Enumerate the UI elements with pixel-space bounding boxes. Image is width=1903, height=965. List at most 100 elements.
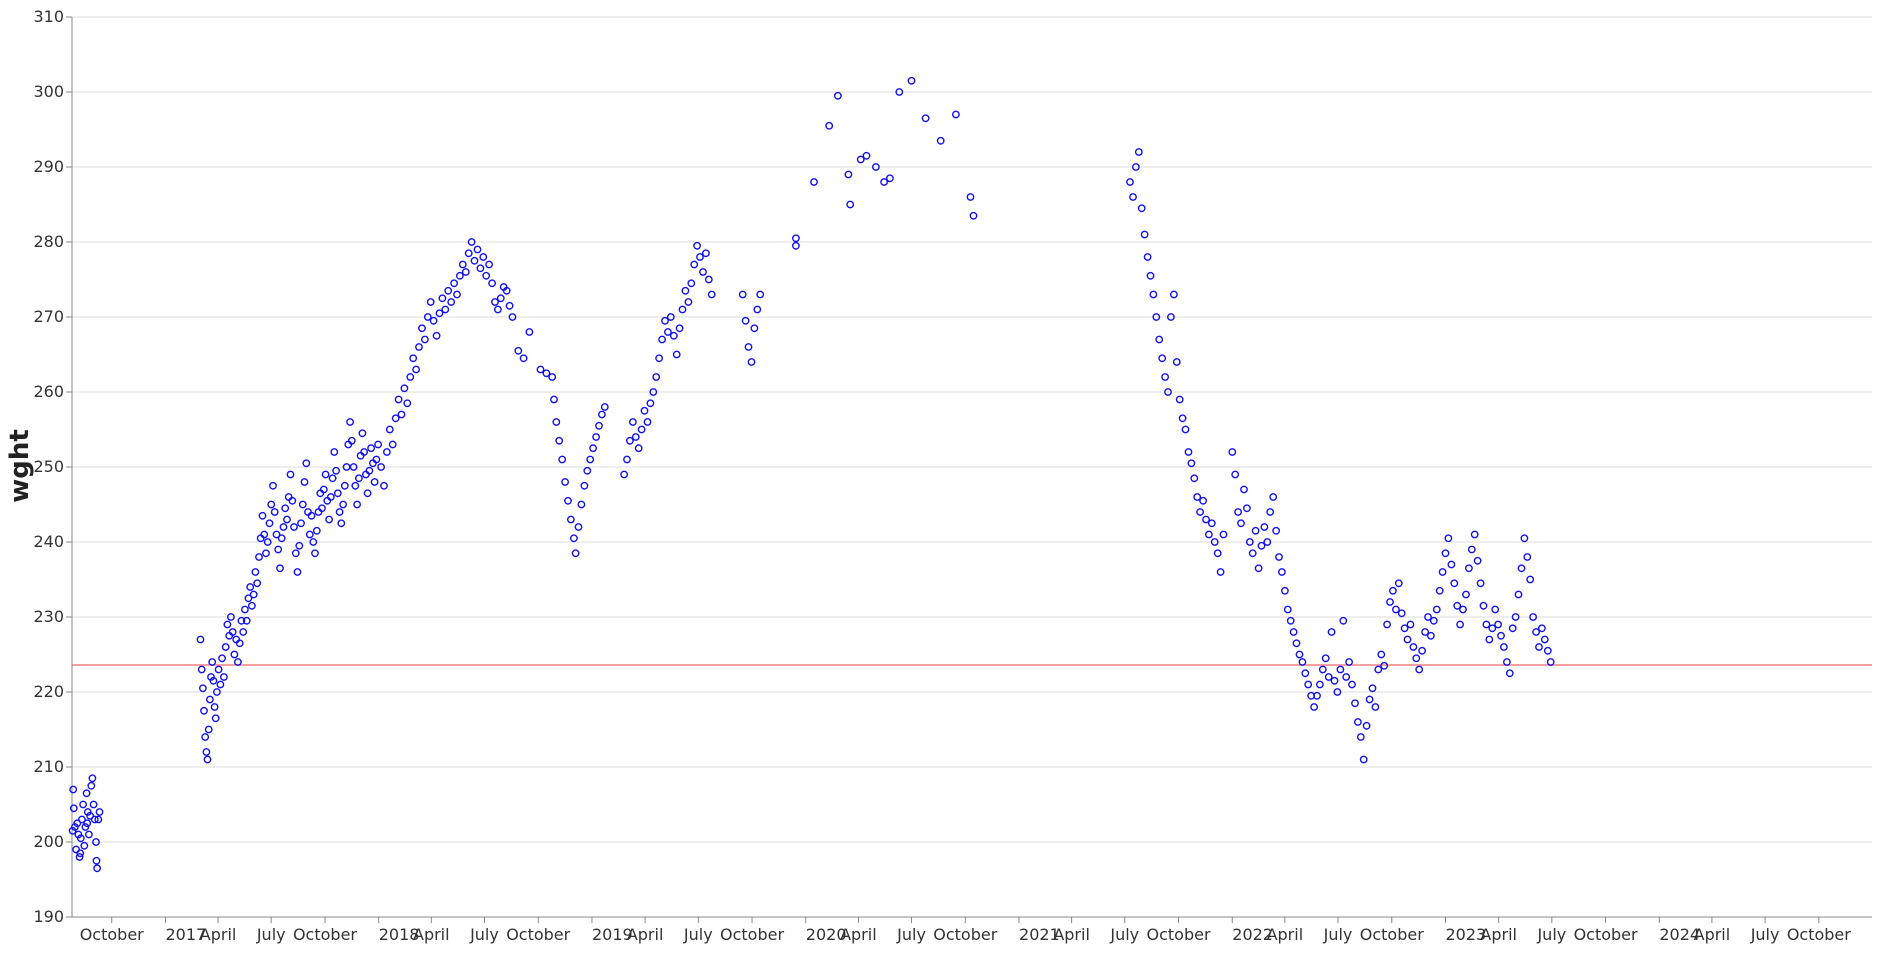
x-tick-label: July (469, 925, 499, 944)
data-point (92, 856, 101, 865)
data-point (203, 755, 212, 764)
data-point (496, 294, 505, 303)
data-point (432, 331, 441, 340)
data-point (1412, 654, 1421, 663)
data-point (1129, 193, 1137, 201)
data-point (197, 665, 206, 674)
x-tick-label: October (506, 925, 570, 944)
data-point (409, 354, 418, 363)
data-point (792, 234, 800, 243)
data-point (335, 508, 344, 516)
data-point (1351, 699, 1359, 708)
data-point (476, 264, 485, 273)
data-point (1383, 620, 1392, 629)
data-point (1485, 635, 1494, 644)
data-point (583, 466, 592, 475)
data-point (246, 583, 255, 591)
data-point (1275, 553, 1283, 561)
y-tick-label: 200 (33, 832, 64, 851)
data-point (429, 316, 438, 325)
data-point (277, 534, 286, 543)
data-point (397, 410, 406, 419)
data-point (1503, 658, 1511, 666)
data-point (230, 650, 239, 659)
data-point (258, 511, 267, 520)
data-point (1243, 504, 1251, 513)
data-point (1479, 601, 1488, 610)
data-point (1181, 425, 1190, 434)
data-point (907, 76, 916, 85)
data-point (586, 455, 595, 464)
data-point (1301, 669, 1310, 678)
data-point (240, 605, 249, 614)
data-point (370, 478, 379, 486)
data-point (1336, 665, 1345, 674)
data-point (1418, 646, 1427, 655)
data-point (464, 249, 473, 258)
x-tick-label: April (627, 925, 664, 944)
data-point (1196, 508, 1205, 516)
data-point (201, 733, 210, 741)
data-point (453, 290, 461, 299)
data-point (82, 789, 91, 798)
data-point (552, 418, 561, 426)
data-point (1465, 564, 1473, 573)
data-point (330, 448, 339, 456)
data-point (643, 418, 652, 426)
data-point (290, 523, 298, 531)
data-point (505, 301, 514, 310)
data-point (1354, 718, 1362, 726)
y-tick-label: 240 (33, 532, 64, 551)
data-point (1543, 646, 1552, 655)
data-point (548, 373, 557, 381)
data-point (1371, 703, 1380, 711)
data-point (1237, 519, 1245, 528)
data-point (302, 459, 311, 468)
data-point (233, 658, 242, 666)
data-point (1155, 335, 1164, 344)
data-point (205, 695, 214, 704)
data-point (210, 703, 219, 711)
data-point (216, 680, 225, 689)
data-point (1520, 534, 1529, 543)
data-point (284, 493, 293, 501)
x-tick-label: April (200, 925, 237, 944)
data-point (218, 654, 227, 663)
data-point (270, 508, 279, 516)
data-point (412, 365, 420, 374)
data-point (1140, 230, 1149, 239)
data-point (1462, 590, 1470, 599)
data-point (279, 523, 288, 531)
data-point (1321, 654, 1330, 663)
data-point (862, 151, 871, 160)
data-point (72, 845, 81, 854)
x-tick-label: July (1323, 925, 1353, 944)
data-point (479, 253, 488, 261)
data-point (1482, 620, 1491, 629)
data-point (482, 271, 491, 280)
data-point (1316, 680, 1324, 689)
data-point (351, 481, 360, 490)
x-tick-label: July (1750, 925, 1780, 944)
data-point (699, 268, 707, 276)
data-point (1450, 579, 1459, 588)
data-point (595, 421, 603, 430)
data-point (1286, 616, 1295, 625)
data-point (966, 193, 975, 201)
data-point (1494, 620, 1503, 629)
data-point (426, 298, 435, 306)
data-point (658, 335, 666, 344)
data-point (418, 324, 426, 333)
data-point (1523, 553, 1532, 561)
data-point (1137, 204, 1146, 213)
data-point (1158, 354, 1167, 363)
data-point (626, 436, 634, 445)
data-point (223, 620, 232, 629)
data-point (354, 474, 363, 483)
data-point (844, 170, 853, 179)
data-point (1213, 549, 1222, 558)
data-point (1240, 485, 1248, 494)
data-point (1318, 665, 1327, 674)
data-point (87, 781, 96, 790)
data-point (1205, 530, 1213, 539)
